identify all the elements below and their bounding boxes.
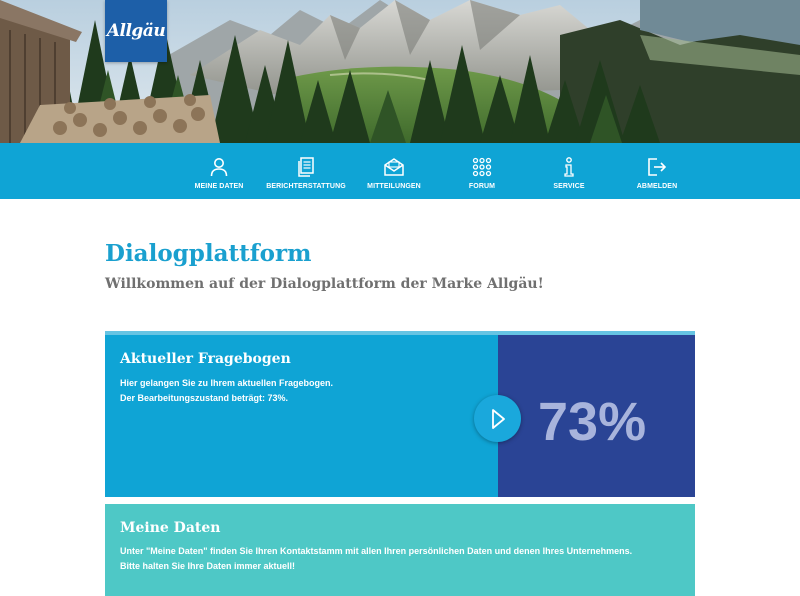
logo-text: Allgäu (106, 21, 166, 41)
nav-label: FORUM (468, 183, 496, 190)
nav-abmelden[interactable]: ABMELDEN (612, 143, 702, 199)
nav-label: MEINE DATEN (194, 183, 244, 190)
allgaeu-logo[interactable]: Allgäu (105, 0, 167, 62)
user-icon (210, 158, 228, 177)
envelope-icon (384, 158, 404, 176)
page-subtitle: Willkommen auf der Dialogplattform der M… (105, 276, 544, 292)
play-arrow-icon (491, 408, 505, 429)
nav-forum[interactable]: FORUM (437, 143, 527, 199)
grid-dots-icon (472, 157, 492, 177)
open-questionnaire-button[interactable] (474, 395, 521, 442)
nav-mitteilungen[interactable]: MITTEILUNGEN (349, 143, 439, 199)
nav-label: ABMELDEN (636, 183, 678, 190)
page-title: Dialogplattform (105, 240, 312, 267)
progress-percentage: 73% (538, 392, 647, 452)
nav-service[interactable]: SERVICE (524, 143, 614, 199)
documents-icon (298, 157, 314, 177)
info-icon (564, 157, 574, 177)
main-navigation: MEINE DATEN BERICHTERSTATTUNG MITTEILUNG… (0, 143, 800, 199)
logout-icon (648, 158, 667, 176)
questionnaire-progress-text: Der Bearbeitungszustand beträgt: 73%. (120, 393, 289, 403)
nav-label: BERICHTERSTATTUNG (266, 183, 346, 190)
my-data-reminder: Bitte halten Sie Ihre Daten immer aktuel… (120, 561, 296, 571)
nav-label: SERVICE (553, 183, 585, 190)
questionnaire-card[interactable]: Aktueller Fragebogen Hier gelangen Sie z… (105, 331, 695, 497)
questionnaire-description: Hier gelangen Sie zu Ihrem aktuellen Fra… (120, 378, 334, 388)
nav-berichterstattung[interactable]: BERICHTERSTATTUNG (261, 143, 351, 199)
nav-label: MITTEILUNGEN (367, 183, 421, 190)
my-data-title: Meine Daten (120, 520, 221, 536)
my-data-description: Unter "Meine Daten" finden Sie Ihren Kon… (120, 546, 633, 556)
questionnaire-title: Aktueller Fragebogen (120, 351, 291, 367)
nav-meine-daten[interactable]: MEINE DATEN (174, 143, 264, 199)
my-data-card[interactable]: Meine Daten Unter "Meine Daten" finden S… (105, 504, 695, 596)
hero-banner: Allgäu (0, 0, 800, 143)
